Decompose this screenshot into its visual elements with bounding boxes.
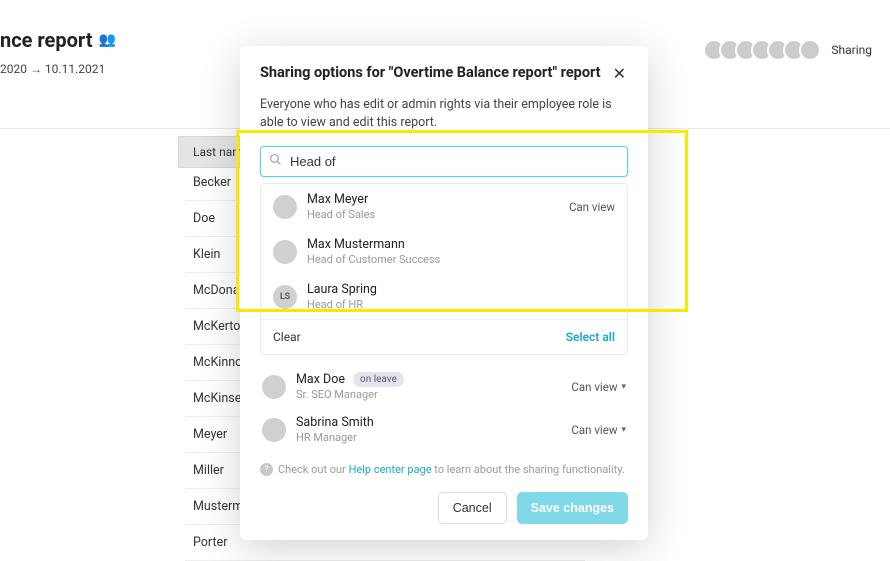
avatar: [273, 240, 297, 264]
person-name: Max Doe: [296, 372, 345, 387]
permission-label: Can view: [571, 380, 617, 394]
chevron-down-icon: ▾: [621, 382, 626, 392]
help-center-link[interactable]: Help center page: [349, 463, 432, 476]
help-icon: ?: [260, 463, 273, 476]
person-name: Laura Spring: [307, 282, 615, 297]
close-icon[interactable]: ✕: [611, 64, 628, 84]
permission-dropdown[interactable]: Can view ▾: [571, 380, 626, 394]
permission-label: Can view: [571, 423, 617, 437]
permission-label: Can view: [569, 200, 615, 214]
chevron-down-icon: ▾: [621, 425, 626, 435]
sharing-button[interactable]: Sharing: [831, 43, 872, 57]
date-range: 2020 → 10.11.2021: [0, 58, 116, 90]
help-suffix: to learn about the sharing functionality…: [432, 463, 625, 476]
avatar: [262, 418, 286, 442]
search-input[interactable]: [290, 154, 619, 169]
avatar: [262, 375, 286, 399]
person-role: Head of Customer Success: [307, 253, 615, 266]
shared-item: Sabrina Smith HR Manager Can view ▾: [260, 408, 628, 451]
permission-dropdown[interactable]: Can view ▾: [571, 423, 626, 437]
shared-with-avatars: [709, 39, 821, 61]
person-name: Max Mustermann: [307, 237, 615, 252]
help-text: ? Check out our Help center page to lear…: [260, 463, 628, 476]
cancel-button[interactable]: Cancel: [438, 492, 507, 524]
help-prefix: Check out our: [278, 463, 349, 476]
person-role: Head of HR: [307, 298, 615, 311]
person-role: HR Manager: [296, 431, 561, 444]
page-title: nce report: [0, 28, 92, 52]
dropdown-item[interactable]: Max Meyer Head of Sales Can view: [261, 184, 627, 229]
person-name: Sabrina Smith: [296, 415, 374, 430]
clear-button[interactable]: Clear: [273, 330, 301, 344]
person-role: Sr. SEO Manager: [296, 388, 561, 401]
search-icon: [269, 153, 282, 170]
modal-title: Sharing options for "Overtime Balance re…: [260, 64, 601, 83]
shared-item: Max Doe on leave Sr. SEO Manager Can vie…: [260, 365, 628, 408]
avatar: LS: [273, 285, 297, 309]
select-all-button[interactable]: Select all: [566, 330, 615, 344]
person-role: Head of Sales: [307, 208, 559, 221]
dropdown-item[interactable]: LS Laura Spring Head of HR: [261, 274, 627, 319]
save-changes-button[interactable]: Save changes: [517, 492, 628, 524]
people-icon: 👥: [98, 32, 115, 48]
search-input-wrapper[interactable]: [260, 146, 628, 177]
sharing-modal: Sharing options for "Overtime Balance re…: [240, 46, 648, 540]
dropdown-item[interactable]: Max Mustermann Head of Customer Success: [261, 229, 627, 274]
search-results-dropdown: Max Meyer Head of Sales Can view Max Mus…: [260, 183, 628, 355]
shared-list: Max Doe on leave Sr. SEO Manager Can vie…: [260, 365, 628, 451]
status-badge: on leave: [353, 372, 404, 387]
person-name: Max Meyer: [307, 192, 559, 207]
modal-description: Everyone who has edit or admin rights vi…: [260, 96, 628, 132]
avatar: [273, 195, 297, 219]
avatar: [799, 39, 821, 61]
